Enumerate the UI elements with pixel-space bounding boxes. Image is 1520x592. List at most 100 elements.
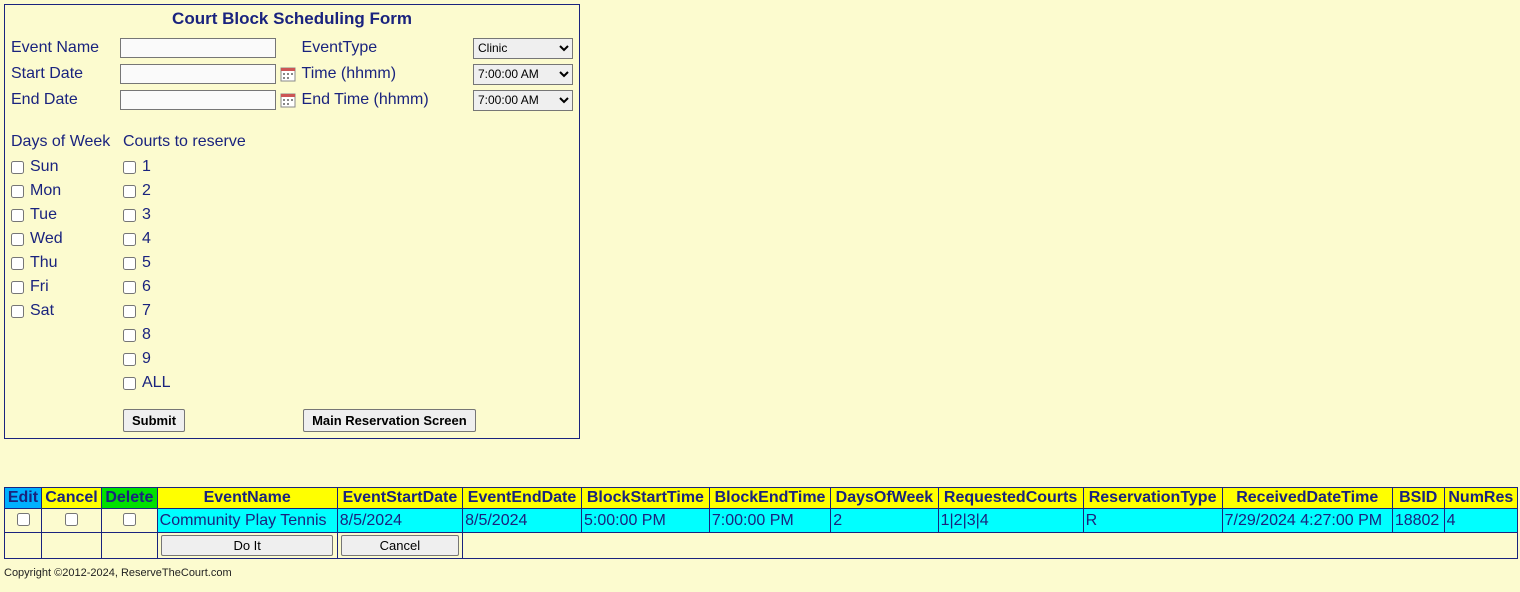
col-receiveddatetime: ReceivedDateTime <box>1222 488 1392 509</box>
court-option-5: 5 <box>123 251 246 275</box>
event-type-select[interactable]: Clinic <box>473 38 573 59</box>
day-checkbox-mon[interactable] <box>11 185 24 198</box>
court-option-3: 3 <box>123 203 246 227</box>
court-checkbox-3[interactable] <box>123 209 136 222</box>
cell-reservationtype: R <box>1083 509 1222 533</box>
court-checkbox-7[interactable] <box>123 305 136 318</box>
table-header-row: Edit Cancel Delete EventName EventStartD… <box>5 488 1518 509</box>
days-of-week-label: Days of Week <box>11 133 123 151</box>
day-checkbox-sat[interactable] <box>11 305 24 318</box>
grid-cancel-button[interactable]: Cancel <box>341 535 459 556</box>
day-checkbox-sun[interactable] <box>11 161 24 174</box>
edit-checkbox[interactable] <box>17 513 30 526</box>
delete-checkbox[interactable] <box>123 513 136 526</box>
day-label: Fri <box>30 278 49 296</box>
day-label: Wed <box>30 230 63 248</box>
col-numres: NumRes <box>1444 488 1517 509</box>
day-option-tue: Tue <box>11 203 123 227</box>
day-option-mon: Mon <box>11 179 123 203</box>
court-option-2: 2 <box>123 179 246 203</box>
day-checkbox-wed[interactable] <box>11 233 24 246</box>
main-reservation-button[interactable]: Main Reservation Screen <box>303 409 476 432</box>
day-checkbox-fri[interactable] <box>11 281 24 294</box>
cell-numres: 4 <box>1444 509 1517 533</box>
court-option-6: 6 <box>123 275 246 299</box>
court-label: 7 <box>142 302 151 320</box>
col-eventname: EventName <box>157 488 337 509</box>
court-option-8: 8 <box>123 323 246 347</box>
cell-eventenddate: 8/5/2024 <box>463 509 582 533</box>
court-option-4: 4 <box>123 227 246 251</box>
col-bsid: BSID <box>1392 488 1444 509</box>
col-cancel: Cancel <box>41 488 101 509</box>
court-checkbox-2[interactable] <box>123 185 136 198</box>
col-eventstartdate: EventStartDate <box>337 488 462 509</box>
day-label: Tue <box>30 206 57 224</box>
end-time-select[interactable]: 7:00:00 AM <box>473 90 573 111</box>
day-option-wed: Wed <box>11 227 123 251</box>
end-date-label: End Date <box>11 91 120 109</box>
cell-blockendtime: 7:00:00 PM <box>709 509 830 533</box>
copyright-text: Copyright ©2012-2024, ReserveTheCourt.co… <box>4 567 1516 579</box>
court-label: 1 <box>142 158 151 176</box>
time-select[interactable]: 7:00:00 AM <box>473 64 573 85</box>
day-option-thu: Thu <box>11 251 123 275</box>
day-label: Sun <box>30 158 58 176</box>
cell-blockstarttime: 5:00:00 PM <box>581 509 709 533</box>
col-reservationtype: ReservationType <box>1083 488 1222 509</box>
cell-eventname: Community Play Tennis <box>157 509 337 533</box>
col-blockendtime: BlockEndTime <box>709 488 830 509</box>
court-label: 9 <box>142 350 151 368</box>
col-eventenddate: EventEndDate <box>463 488 582 509</box>
court-label: 4 <box>142 230 151 248</box>
court-checkbox-4[interactable] <box>123 233 136 246</box>
court-label: 5 <box>142 254 151 272</box>
col-requestedcourts: RequestedCourts <box>938 488 1083 509</box>
time-label: Time (hhmm) <box>300 65 473 83</box>
court-label: 3 <box>142 206 151 224</box>
start-date-label: Start Date <box>11 65 120 83</box>
submit-button[interactable]: Submit <box>123 409 185 432</box>
col-daysofweek: DaysOfWeek <box>831 488 938 509</box>
col-delete: Delete <box>102 488 158 509</box>
cell-eventstartdate: 8/5/2024 <box>337 509 462 533</box>
court-label: 6 <box>142 278 151 296</box>
col-edit: Edit <box>5 488 42 509</box>
court-option-1: 1 <box>123 155 246 179</box>
start-date-input[interactable] <box>120 64 276 84</box>
court-option-9: 9 <box>123 347 246 371</box>
event-type-label: EventType <box>300 39 473 57</box>
courts-to-reserve-label: Courts to reserve <box>123 133 246 151</box>
scheduling-form: Court Block Scheduling Form Event Name E… <box>4 4 580 439</box>
calendar-icon[interactable] <box>276 92 299 108</box>
cancel-checkbox[interactable] <box>65 513 78 526</box>
day-label: Mon <box>30 182 61 200</box>
court-checkbox-5[interactable] <box>123 257 136 270</box>
cell-requestedcourts: 1|2|3|4 <box>938 509 1083 533</box>
court-checkbox-1[interactable] <box>123 161 136 174</box>
court-checkbox-8[interactable] <box>123 329 136 342</box>
cell-receiveddatetime: 7/29/2024 4:27:00 PM <box>1222 509 1392 533</box>
court-option-7: 7 <box>123 299 246 323</box>
court-checkbox-6[interactable] <box>123 281 136 294</box>
day-label: Sat <box>30 302 54 320</box>
day-checkbox-tue[interactable] <box>11 209 24 222</box>
court-label: ALL <box>142 374 170 392</box>
calendar-icon[interactable] <box>276 66 299 82</box>
day-checkbox-thu[interactable] <box>11 257 24 270</box>
court-checkbox-9[interactable] <box>123 353 136 366</box>
court-label: 2 <box>142 182 151 200</box>
form-title: Court Block Scheduling Form <box>11 7 573 35</box>
table-row: Community Play Tennis 8/5/2024 8/5/2024 … <box>5 509 1518 533</box>
event-name-label: Event Name <box>11 39 120 57</box>
cell-bsid: 18802 <box>1392 509 1444 533</box>
court-option-all: ALL <box>123 371 246 395</box>
court-checkbox-all[interactable] <box>123 377 136 390</box>
do-it-button[interactable]: Do It <box>161 535 333 556</box>
col-blockstarttime: BlockStartTime <box>581 488 709 509</box>
day-label: Thu <box>30 254 58 272</box>
day-option-fri: Fri <box>11 275 123 299</box>
end-date-input[interactable] <box>120 90 276 110</box>
event-name-input[interactable] <box>120 38 276 58</box>
cell-daysofweek: 2 <box>831 509 938 533</box>
